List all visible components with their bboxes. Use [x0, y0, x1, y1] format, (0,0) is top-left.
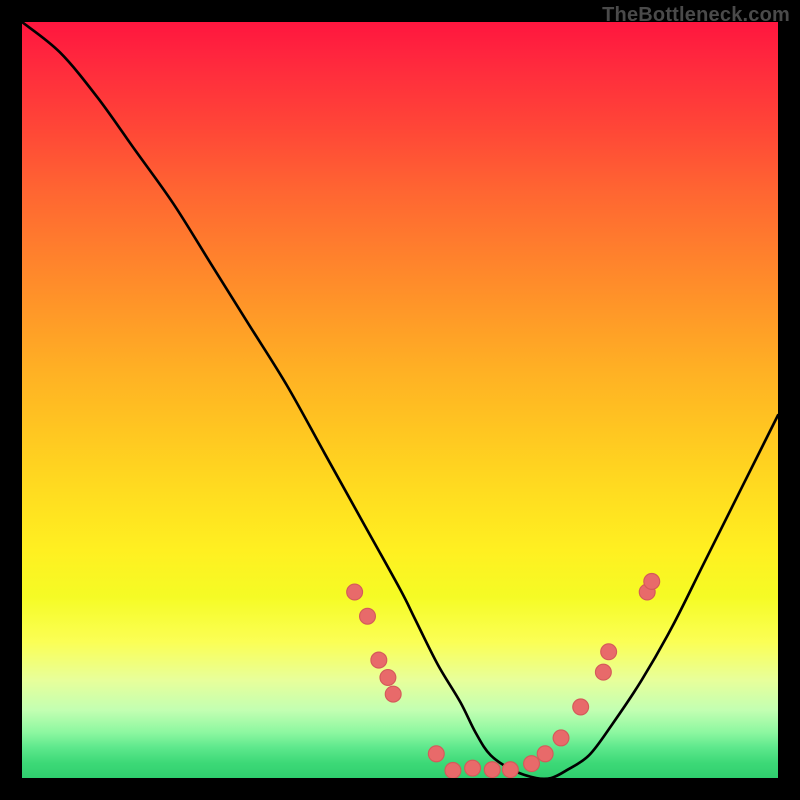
data-point [595, 664, 611, 680]
data-points-group [347, 574, 660, 778]
data-point [537, 746, 553, 762]
data-point [524, 756, 540, 772]
data-point [371, 652, 387, 668]
data-point [428, 746, 444, 762]
data-point [553, 730, 569, 746]
data-point [445, 763, 461, 778]
data-point [385, 686, 401, 702]
data-point [380, 670, 396, 686]
data-point [484, 762, 500, 778]
chart-svg [22, 22, 778, 778]
data-point [573, 699, 589, 715]
data-point [347, 584, 363, 600]
data-point [644, 574, 660, 590]
data-point [502, 762, 518, 778]
data-point [465, 760, 481, 776]
data-point [601, 644, 617, 660]
watermark-text: TheBottleneck.com [602, 4, 790, 27]
data-point [360, 608, 376, 624]
bottleneck-curve [22, 22, 778, 778]
chart-frame: TheBottleneck.com [0, 0, 800, 800]
